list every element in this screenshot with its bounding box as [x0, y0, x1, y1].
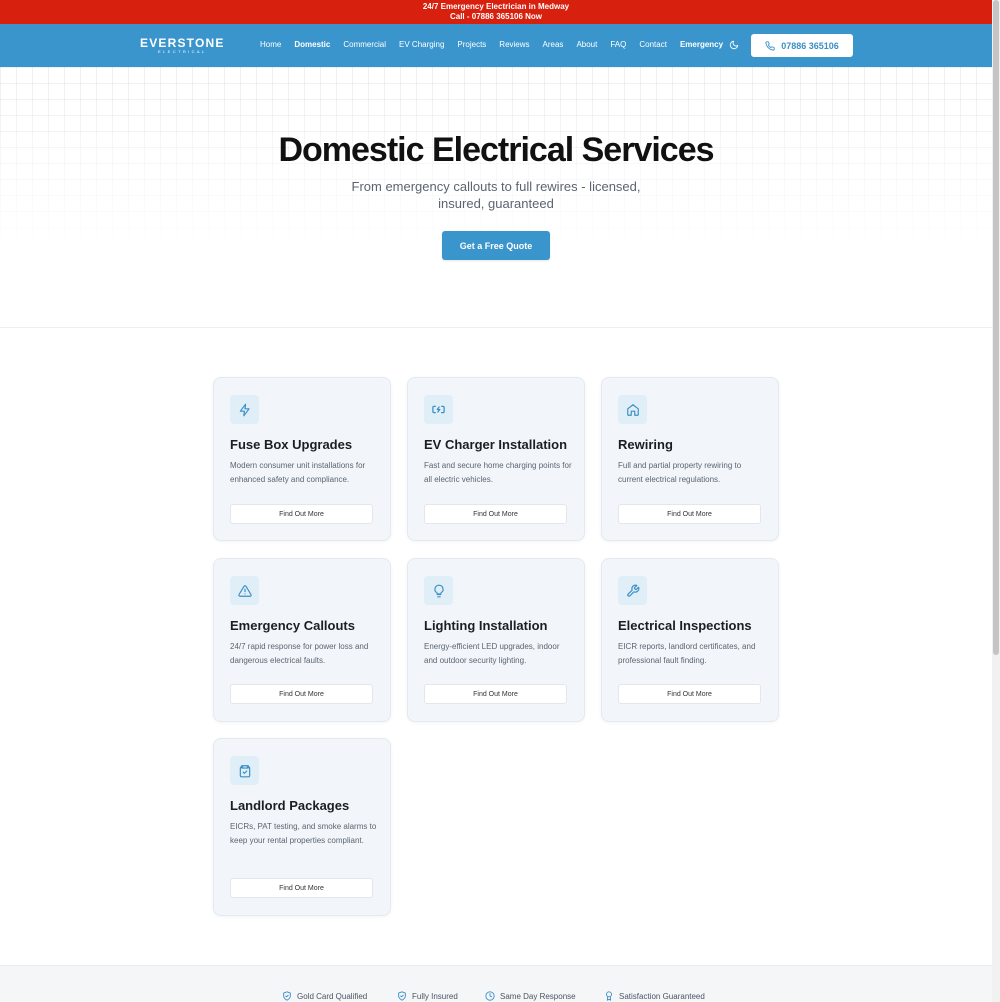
service-description: EICR reports, landlord certificates, and…	[618, 642, 756, 665]
find-out-more-button[interactable]: Find Out More	[230, 878, 373, 898]
service-description: Full and partial property rewiring to cu…	[618, 461, 742, 484]
badge-fully-insured: Fully Insured	[397, 991, 458, 1001]
find-out-more-button[interactable]: Find Out More	[424, 504, 567, 524]
hero-section: Domestic Electrical Services From emerge…	[0, 67, 992, 328]
phone-icon	[765, 40, 775, 51]
service-card-landlord: Landlord Packages EICRs, PAT testing, an…	[213, 738, 391, 916]
clock-icon	[485, 991, 495, 1001]
nav-link-domestic[interactable]: Domestic	[294, 40, 330, 49]
service-card-fuse-box: Fuse Box Upgrades Modern consumer unit i…	[213, 377, 391, 541]
service-title: Electrical Inspections	[618, 618, 752, 633]
service-title: Fuse Box Upgrades	[230, 437, 353, 452]
service-description: Fast and secure home charging points for…	[424, 461, 572, 484]
home-icon	[618, 395, 647, 424]
nav-link-commercial[interactable]: Commercial	[343, 40, 386, 49]
award-icon	[604, 991, 614, 1001]
phone-button-label: 07886 365106	[781, 40, 839, 51]
shield-check-icon	[282, 991, 292, 1001]
emergency-banner[interactable]: 24/7 Emergency Electrician in Medway Cal…	[0, 0, 992, 24]
shield-check-icon	[397, 991, 407, 1001]
badge-label: Same Day Response	[500, 991, 576, 1001]
nav-link-contact[interactable]: Contact	[639, 40, 667, 49]
call-phone-button[interactable]: 07886 365106	[751, 34, 853, 57]
nav-links: Home Domestic Commercial EV Charging Pro…	[260, 40, 736, 49]
service-card-emergency-callouts: Emergency Callouts 24/7 rapid response f…	[213, 558, 391, 722]
service-card-lighting: Lighting Installation Energy-efficient L…	[407, 558, 585, 722]
service-description: Modern consumer unit installations for e…	[230, 461, 366, 484]
service-card-rewiring: Rewiring Full and partial property rewir…	[601, 377, 779, 541]
badge-same-day: Same Day Response	[485, 991, 576, 1001]
service-title: Rewiring	[618, 437, 673, 452]
warning-icon	[230, 576, 259, 605]
badge-satisfaction: Satisfaction Guaranteed	[604, 991, 705, 1001]
emergency-banner-line2: Call - 07886 365106 Now	[449, 12, 543, 21]
emergency-banner-line1: 24/7 Emergency Electrician in Medway	[422, 2, 570, 11]
logo-wordmark: EVERSTONE	[140, 36, 225, 50]
nav-link-reviews[interactable]: Reviews	[499, 40, 529, 49]
badge-label: Satisfaction Guaranteed	[619, 991, 705, 1001]
badge-label: Gold Card Qualified	[297, 991, 368, 1001]
hero-subtitle: From emergency callouts to full rewires …	[351, 179, 641, 211]
page-scrollbar[interactable]	[992, 0, 1000, 1002]
get-free-quote-button[interactable]: Get a Free Quote	[442, 231, 550, 260]
service-title: Emergency Callouts	[230, 618, 355, 633]
find-out-more-button[interactable]: Find Out More	[230, 684, 373, 704]
service-title: EV Charger Installation	[424, 437, 568, 452]
nav-link-areas[interactable]: Areas	[543, 40, 564, 49]
service-card-ev-charger: EV Charger Installation Fast and secure …	[407, 377, 585, 541]
moon-icon[interactable]	[729, 40, 739, 50]
service-description: Energy-efficient LED upgrades, indoor an…	[424, 642, 560, 665]
nav-link-emergency[interactable]: Emergency	[680, 40, 723, 49]
find-out-more-button[interactable]: Find Out More	[424, 684, 567, 704]
lightbulb-icon	[424, 576, 453, 605]
find-out-more-button[interactable]: Find Out More	[230, 504, 373, 524]
service-title: Landlord Packages	[230, 798, 350, 813]
nav-link-projects[interactable]: Projects	[457, 40, 486, 49]
ev-charger-icon	[424, 395, 453, 424]
find-out-more-button[interactable]: Find Out More	[618, 684, 761, 704]
badge-label: Fully Insured	[412, 991, 458, 1001]
nav-link-ev-charging[interactable]: EV Charging	[399, 40, 444, 49]
nav-link-home[interactable]: Home	[260, 40, 281, 49]
lightning-icon	[230, 395, 259, 424]
scrollbar-thumb[interactable]	[993, 0, 999, 655]
wrench-icon	[618, 576, 647, 605]
service-title: Lighting Installation	[424, 618, 548, 633]
logo-subtitle: ELECTRICAL	[157, 49, 207, 54]
badge-gold-card: Gold Card Qualified	[282, 991, 367, 1001]
logo[interactable]: EVERSTONE ELECTRICAL	[140, 37, 225, 54]
nav-link-faq[interactable]: FAQ	[610, 40, 626, 49]
service-card-inspections: Electrical Inspections EICR reports, lan…	[601, 558, 779, 722]
nav-link-about[interactable]: About	[576, 40, 597, 49]
find-out-more-button[interactable]: Find Out More	[618, 504, 761, 524]
page-title: Domestic Electrical Services	[278, 131, 714, 169]
clipboard-check-icon	[230, 756, 259, 785]
service-description: EICRs, PAT testing, and smoke alarms to …	[230, 822, 377, 845]
service-description: 24/7 rapid response for power loss and d…	[230, 642, 369, 665]
